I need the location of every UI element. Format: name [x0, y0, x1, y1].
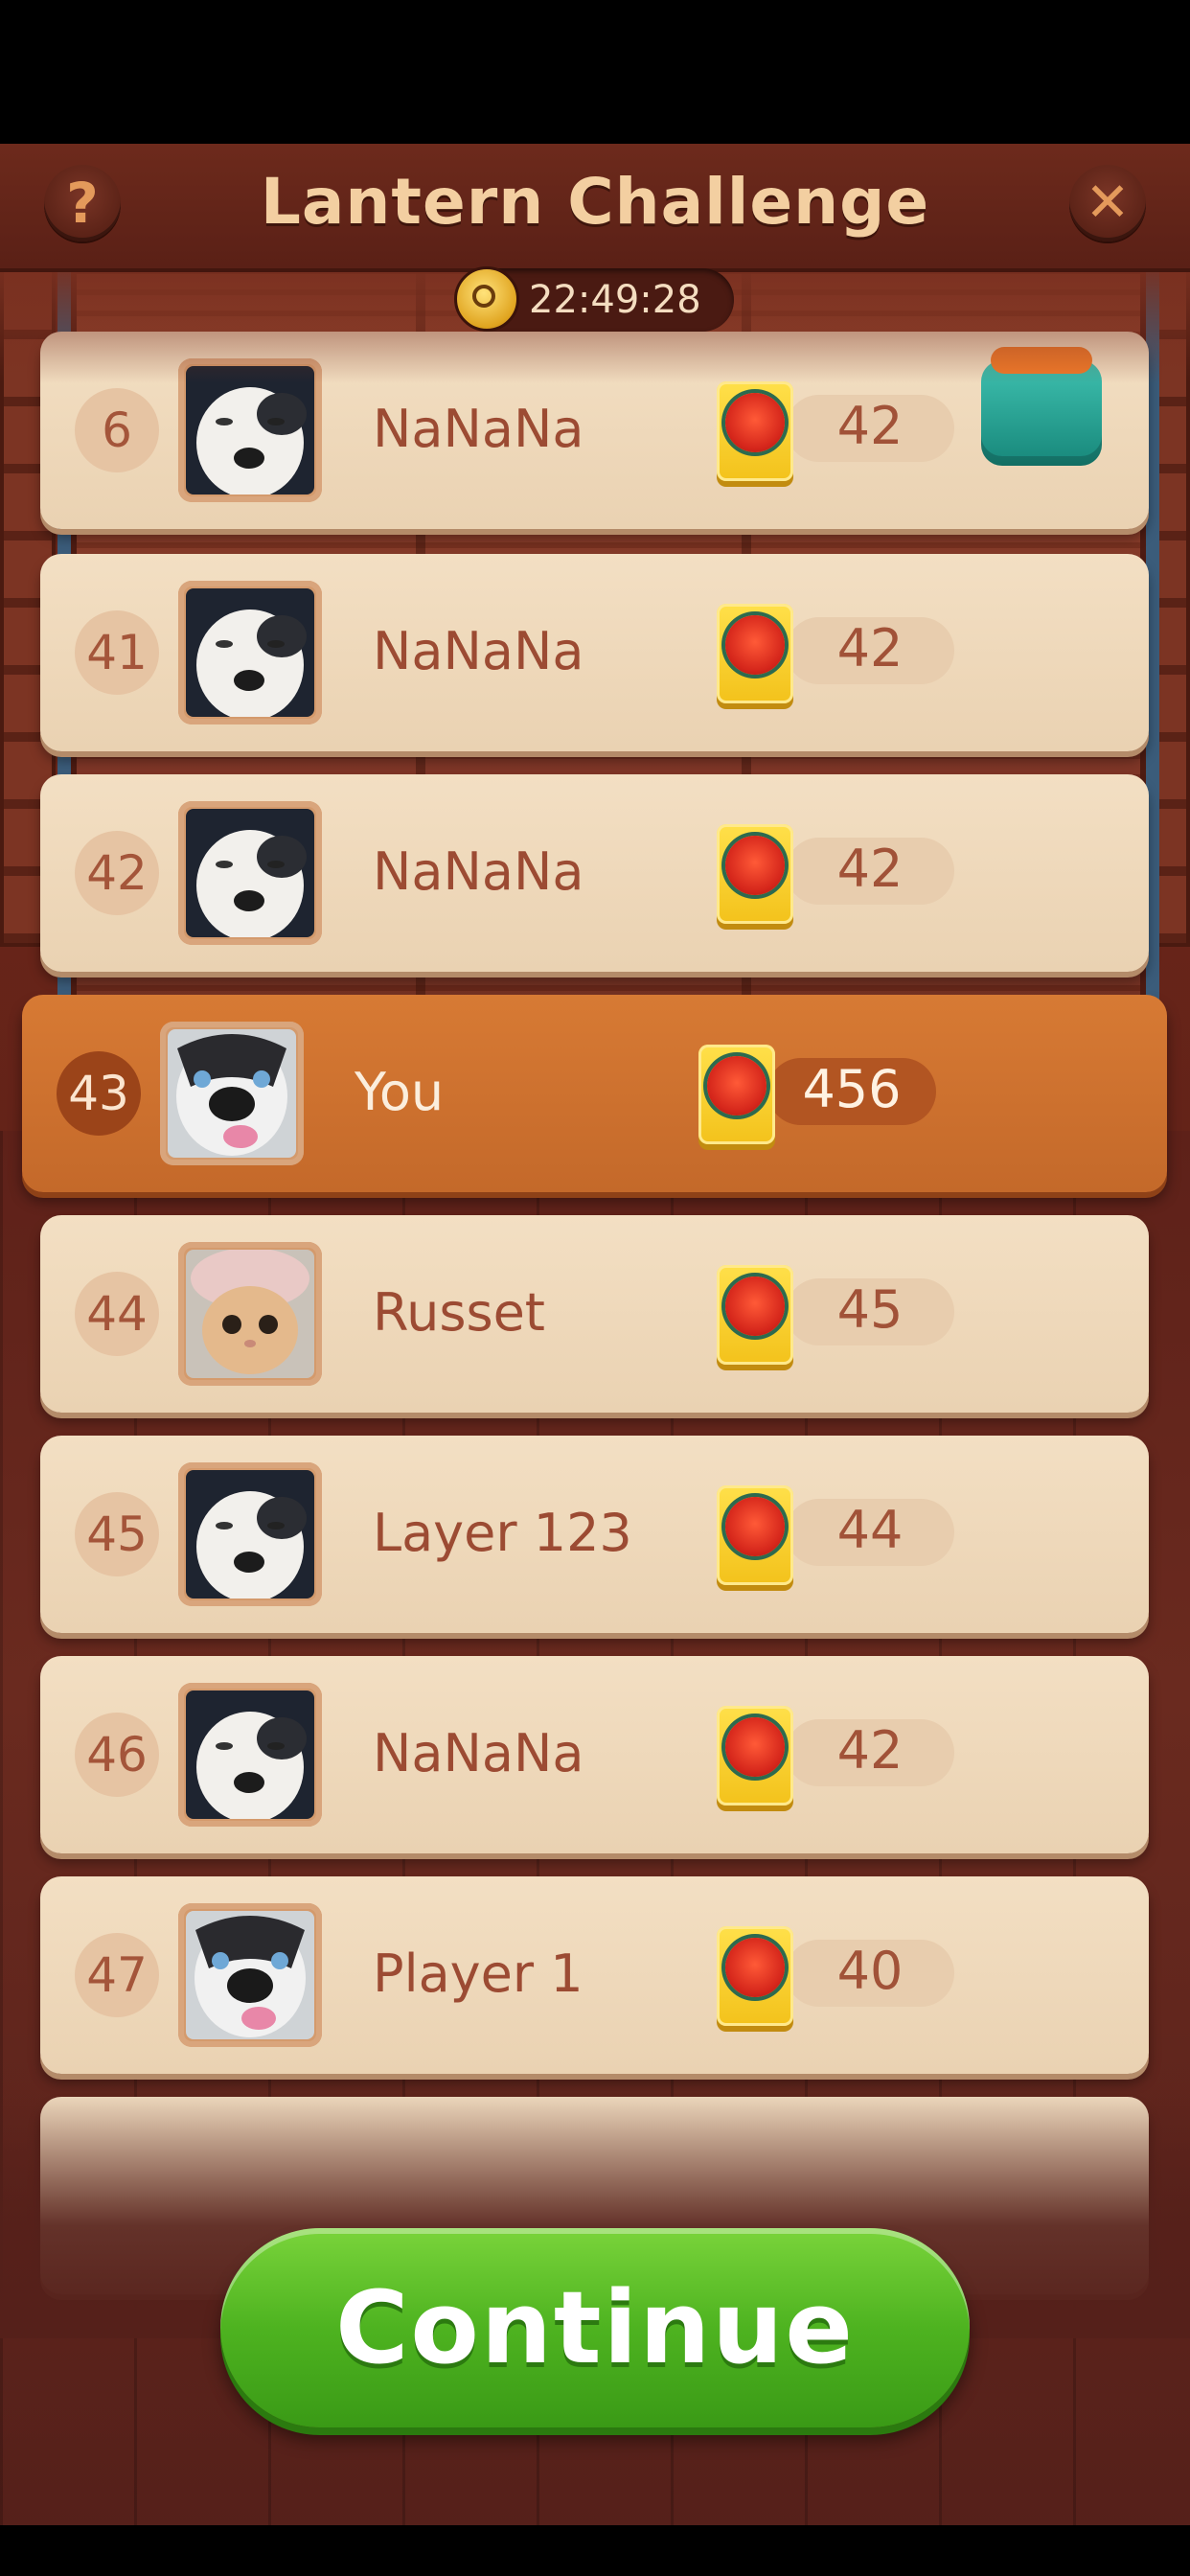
player-name: NaNaNa [373, 841, 584, 902]
rank-badge: 41 [75, 610, 159, 695]
lantern-icon [698, 1045, 775, 1144]
timer-value: 22:49:28 [529, 278, 701, 322]
player-name: NaNaNa [373, 621, 584, 681]
lantern-icon [717, 604, 793, 703]
table-row[interactable]: 47 Player 1 40 [40, 1876, 1149, 2074]
player-name: NaNaNa [373, 399, 584, 459]
score-value: 42 [836, 618, 904, 678]
score-value: 45 [836, 1279, 904, 1340]
rank-badge: 43 [57, 1051, 141, 1136]
avatar[interactable] [178, 581, 322, 724]
table-row[interactable]: 44 Russet 45 [40, 1215, 1149, 1413]
game-screen: ? Lantern Challenge ✕ 22:49:28 6 NaNaNa 42… [0, 144, 1190, 2525]
player-name: You [355, 1062, 445, 1122]
table-row[interactable]: 41 NaNaNa 42 [40, 554, 1149, 751]
header-bar: ? Lantern Challenge ✕ [0, 144, 1190, 272]
lantern-icon [717, 381, 793, 481]
lantern-icon [717, 1926, 793, 2026]
rank-badge: 42 [75, 831, 159, 915]
table-row[interactable]: 46 NaNaNa 42 [40, 1656, 1149, 1853]
score-value: 44 [836, 1500, 904, 1560]
avatar[interactable] [178, 1462, 322, 1606]
player-name: NaNaNa [373, 1723, 584, 1783]
continue-label: Continue [335, 2269, 855, 2386]
score-value: 42 [836, 396, 904, 456]
stopwatch-icon [454, 266, 519, 332]
close-icon: ✕ [1085, 172, 1131, 234]
player-name: Player 1 [373, 1944, 584, 2004]
lantern-icon [717, 824, 793, 924]
rank-badge: 46 [75, 1713, 159, 1797]
avatar[interactable] [178, 1903, 322, 2047]
score-value: 42 [836, 1720, 904, 1781]
avatar[interactable] [178, 1242, 322, 1386]
score-value: 40 [836, 1941, 904, 2001]
close-button[interactable]: ✕ [1069, 165, 1146, 242]
player-row[interactable]: 43 You 456 [22, 995, 1167, 1192]
page-title: Lantern Challenge [260, 165, 930, 239]
rank-badge: 6 [75, 388, 159, 472]
table-row[interactable]: 45 Layer 123 44 [40, 1436, 1149, 1633]
rank-badge: 44 [75, 1272, 159, 1356]
player-name: Russet [373, 1282, 545, 1343]
avatar[interactable] [160, 1022, 304, 1165]
countdown-timer: 22:49:28 [454, 266, 734, 332]
rank-badge: 47 [75, 1933, 159, 2017]
avatar[interactable] [178, 1683, 322, 1827]
lantern-icon [717, 1485, 793, 1585]
rank-badge: 45 [75, 1492, 159, 1576]
lantern-icon [717, 1706, 793, 1806]
player-name: Layer 123 [373, 1503, 632, 1563]
score-value: 456 [802, 1059, 902, 1119]
score-value: 42 [836, 839, 904, 899]
lantern-icon [717, 1265, 793, 1365]
avatar[interactable] [178, 801, 322, 945]
continue-button[interactable]: Continue [220, 2228, 970, 2427]
table-row[interactable]: 42 NaNaNa 42 [40, 774, 1149, 972]
